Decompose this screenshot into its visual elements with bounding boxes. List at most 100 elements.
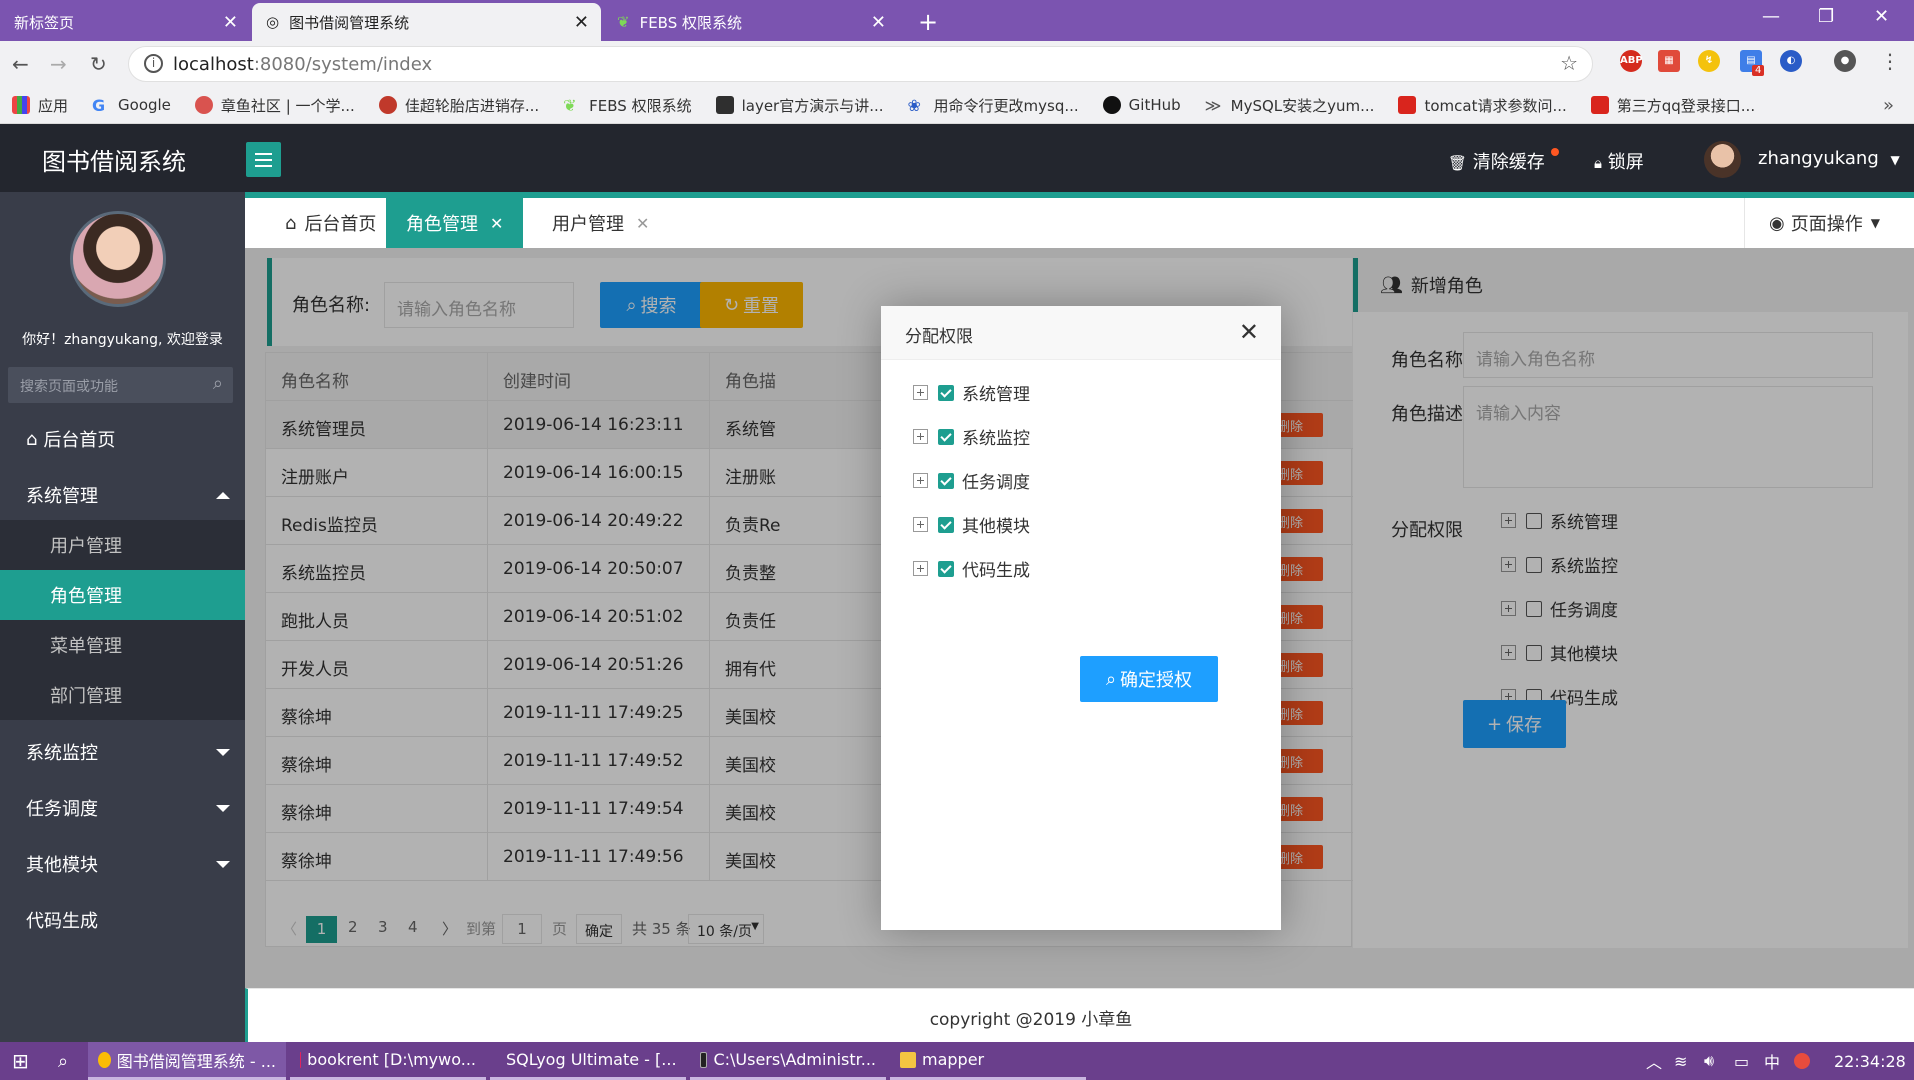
dot-circle-icon: ◉ (1769, 212, 1785, 234)
url-input[interactable]: i localhost:8080/system/index ☆ (128, 46, 1593, 82)
content-tab-strip: ⌂ 后台首页 角色管理 ✕ 用户管理 ✕ ◉ 页面操作 ▼ (245, 192, 1914, 248)
permission-label: 其他模块 (962, 517, 1030, 537)
clear-cache-button[interactable]: 🗑︎ 清除缓存 (1448, 148, 1559, 174)
expand-icon[interactable] (913, 517, 928, 532)
page-operations-menu[interactable]: ◉ 页面操作 ▼ (1744, 198, 1914, 248)
extension-icon[interactable]: ↯ (1698, 50, 1720, 72)
new-tab-button[interactable]: + (918, 8, 938, 36)
bookmark[interactable]: ≫ MySQL安装之yum... (1205, 95, 1375, 116)
confirm-authorize-button[interactable]: ⌕ 确定授权 (1080, 656, 1218, 702)
app-header: 图书借阅系统 🗑︎ 清除缓存 🔒︎ 锁屏 zhangyukang ▼ (0, 124, 1914, 192)
info-icon[interactable]: i (144, 54, 163, 73)
tab-home[interactable]: ⌂ 后台首页 (265, 198, 396, 248)
terminal-icon (700, 1051, 708, 1068)
tab-user-management[interactable]: 用户管理 ✕ (532, 198, 669, 248)
leaf-icon: ❦ (563, 96, 577, 115)
clock[interactable]: 22:34:28 (1824, 1042, 1914, 1080)
close-icon[interactable]: ✕ (223, 12, 238, 33)
avatar[interactable] (1704, 141, 1741, 178)
volume-icon[interactable]: 🔊︎ (1694, 1042, 1724, 1080)
lock-icon: 🔒︎ (1594, 154, 1602, 172)
close-icon[interactable]: ✕ (636, 214, 649, 233)
extension-icon[interactable]: ◐ (1780, 50, 1802, 72)
footer: copyright @2019 小章鱼 (245, 988, 1914, 1042)
tab-role-management[interactable]: 角色管理 ✕ (386, 198, 524, 248)
user-menu[interactable]: zhangyukang ▼ (1758, 148, 1900, 169)
mysql-icon: ≫ (1204, 96, 1222, 115)
wifi-icon[interactable]: ≋ (1664, 1042, 1697, 1080)
sidebar-item-codegen[interactable]: 代码生成 (0, 895, 245, 945)
sidebar-item-menus[interactable]: 菜单管理 (0, 620, 245, 670)
bookmark[interactable]: 第三方qq登录接口... (1590, 95, 1755, 116)
permission-tree-node[interactable]: 系统管理 (913, 380, 1030, 405)
permission-tree-node[interactable]: 任务调度 (913, 468, 1030, 493)
bookmark[interactable]: 应用 (12, 95, 68, 116)
bookmark[interactable]: 佳超轮胎店进销存... (378, 95, 539, 116)
star-icon[interactable]: ☆ (1560, 51, 1578, 75)
back-icon[interactable]: ← (12, 52, 29, 76)
windows-taskbar: ⊞ ⌕ 图书借阅管理系统 - ... bookrent [D:\mywo... … (0, 1042, 1914, 1080)
expand-icon[interactable] (913, 429, 928, 444)
bookmark[interactable]: GitHub (1102, 96, 1181, 114)
restore-icon[interactable]: ❐ (1818, 6, 1834, 27)
permission-checkbox[interactable] (938, 560, 954, 577)
close-icon[interactable]: ✕ (871, 12, 886, 33)
permission-tree-node[interactable]: 代码生成 (913, 556, 1030, 581)
sidebar-search-input[interactable]: 搜索页面或功能 ⌕ (8, 367, 233, 403)
extension-icon[interactable]: ▦ (1658, 50, 1680, 72)
lock-screen-button[interactable]: 🔒︎ 锁屏 (1594, 148, 1644, 174)
bookmark[interactable]: ❀ 用命令行更改mysq... (908, 95, 1079, 116)
profile-icon[interactable]: ● (1834, 50, 1856, 72)
expand-icon[interactable] (913, 561, 928, 576)
adblock-icon[interactable]: ABP (1620, 50, 1643, 72)
browser-tab-library[interactable]: ◎ 图书借阅管理系统 ✕ (252, 3, 601, 41)
sidebar-item-system-management[interactable]: 系统管理 (0, 470, 245, 520)
sidebar-item-home[interactable]: ⌂ 后台首页 (0, 414, 245, 464)
permission-checkbox[interactable] (938, 428, 954, 445)
bookmark[interactable]: tomcat请求参数问... (1398, 95, 1567, 116)
menu-toggle-button[interactable] (246, 142, 281, 177)
more-menu-icon[interactable]: ⋮ (1880, 49, 1900, 73)
more-bookmarks[interactable]: » (1883, 95, 1894, 116)
browser-tab-newtab[interactable]: 新标签页 ✕ (0, 3, 250, 41)
taskbar-app-cmd[interactable]: C:\Users\Administr... (690, 1042, 886, 1080)
minimize-icon[interactable]: — (1762, 6, 1780, 27)
caret-up-icon (216, 491, 230, 499)
close-icon[interactable]: ✕ (490, 214, 503, 233)
bookmark[interactable]: G Google (92, 96, 171, 115)
search-icon[interactable]: ⌕ (213, 373, 223, 394)
taskbar-app-chrome[interactable]: 图书借阅管理系统 - ... (88, 1042, 286, 1080)
bookmark[interactable]: layer官方演示与讲... (715, 95, 884, 116)
bookmark[interactable]: ❦ FEBS 权限系统 (563, 95, 691, 116)
sidebar-item-roles[interactable]: 角色管理 (0, 570, 245, 620)
permission-tree-node[interactable]: 其他模块 (913, 512, 1030, 537)
close-icon[interactable]: ✕ (1239, 318, 1259, 346)
sidebar-item-other-modules[interactable]: 其他模块 (0, 839, 245, 889)
permission-checkbox[interactable] (938, 472, 954, 489)
sogou-icon[interactable] (1784, 1042, 1820, 1080)
search-icon[interactable]: ⌕ (48, 1042, 78, 1080)
taskbar-app-sqlyog[interactable]: SQLyog Ultimate - [... (490, 1042, 686, 1080)
browser-tab-febs[interactable]: ❦ FEBS 权限系统 ✕ (603, 3, 898, 41)
expand-icon[interactable] (913, 385, 928, 400)
chrome-icon (98, 1051, 111, 1068)
permission-checkbox[interactable] (938, 516, 954, 533)
expand-icon[interactable] (913, 473, 928, 488)
github-icon (1102, 96, 1121, 114)
extension-badge: 4 (1752, 65, 1765, 76)
bookmark[interactable]: 章鱼社区 | 一个学... (194, 95, 355, 116)
sidebar-item-task-scheduling[interactable]: 任务调度 (0, 783, 245, 833)
sidebar-item-system-monitor[interactable]: 系统监控 (0, 727, 245, 777)
taskbar-app-folder[interactable]: mapper (890, 1042, 1086, 1080)
reload-icon[interactable]: ↻ (90, 52, 107, 76)
taskbar-app-idea[interactable]: bookrent [D:\mywo... (290, 1042, 486, 1080)
close-icon[interactable]: ✕ (574, 12, 589, 33)
windows-start-icon[interactable]: ⊞ (2, 1042, 39, 1080)
caret-down-icon (216, 804, 230, 812)
permission-checkbox[interactable] (938, 384, 954, 401)
forward-icon[interactable]: → (50, 52, 67, 76)
sidebar-item-users[interactable]: 用户管理 (0, 520, 245, 570)
permission-tree-node[interactable]: 系统监控 (913, 424, 1030, 449)
sidebar-item-departments[interactable]: 部门管理 (0, 670, 245, 720)
close-window-icon[interactable]: ✕ (1874, 6, 1889, 27)
